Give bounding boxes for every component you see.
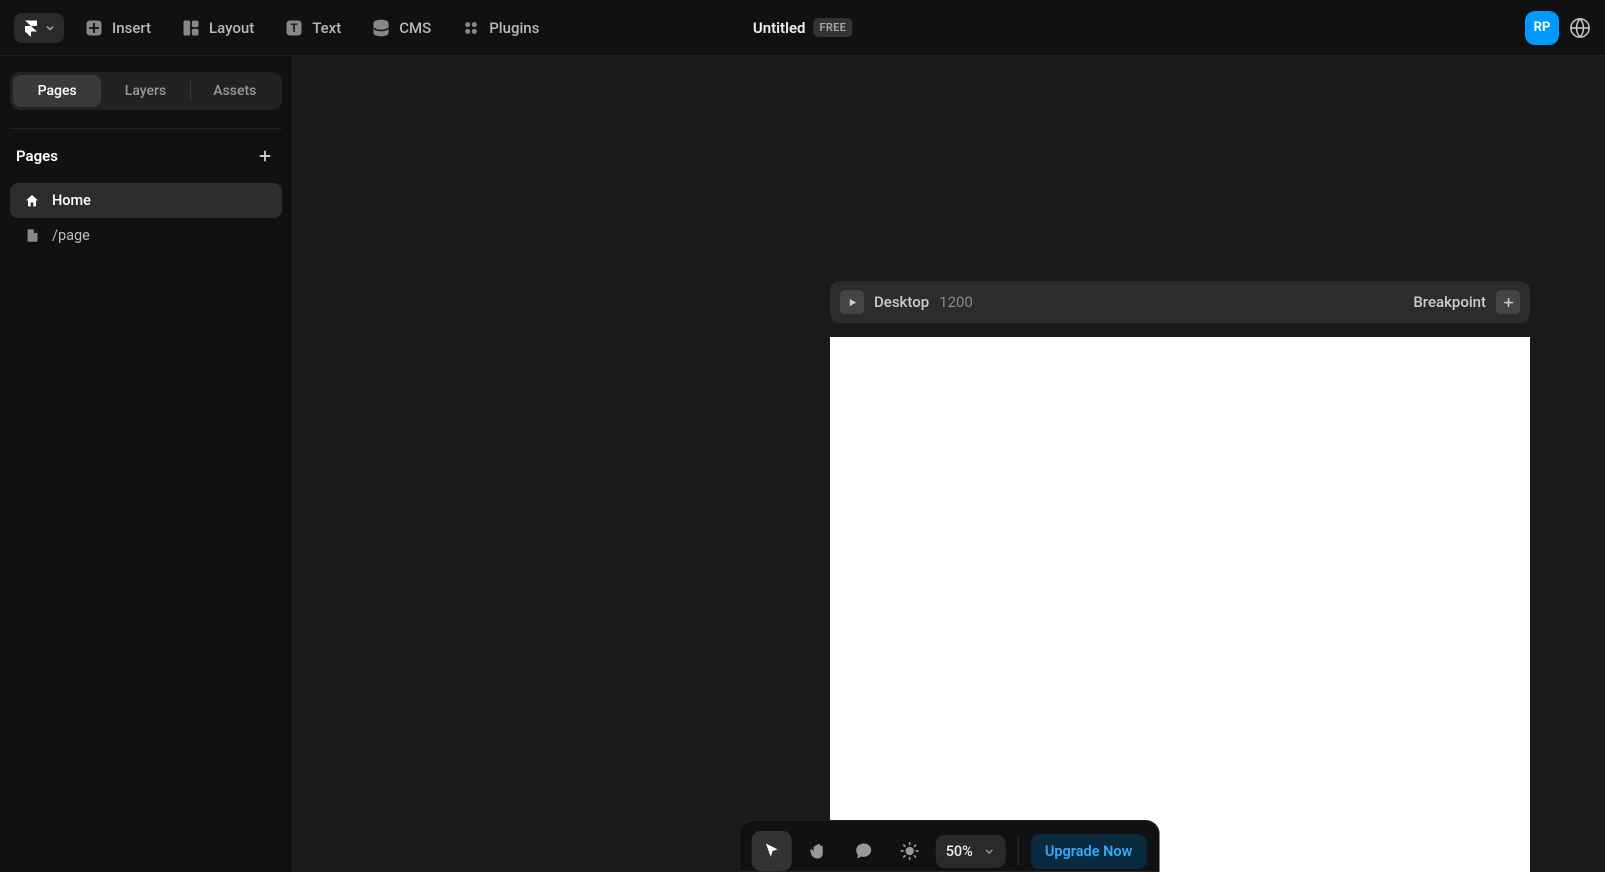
divider xyxy=(1018,837,1019,865)
svg-text:T: T xyxy=(291,22,298,35)
menu-layout[interactable]: Layout xyxy=(171,12,264,44)
frame-canvas[interactable] xyxy=(830,337,1530,872)
menu-label: CMS xyxy=(399,19,431,37)
bottom-toolbar: 50% Upgrade Now xyxy=(739,820,1160,872)
menu-cms[interactable]: CMS xyxy=(361,12,441,44)
menu-label: Text xyxy=(312,19,341,37)
pages-section-title: Pages xyxy=(16,147,58,165)
add-breakpoint-button[interactable] xyxy=(1496,290,1520,314)
chevron-down-icon xyxy=(983,845,996,858)
divider xyxy=(10,128,282,129)
breakpoint-label: Breakpoint xyxy=(1413,293,1486,311)
insert-icon xyxy=(84,18,104,38)
document-title: Untitled xyxy=(753,19,806,37)
upgrade-button[interactable]: Upgrade Now xyxy=(1031,834,1146,869)
plan-badge: FREE xyxy=(813,18,852,37)
menu-text[interactable]: T Text xyxy=(274,12,351,44)
menu-label: Layout xyxy=(209,19,254,37)
zoom-control[interactable]: 50% xyxy=(936,835,1006,868)
menu-plugins[interactable]: Plugins xyxy=(451,12,549,44)
plugins-icon xyxy=(461,18,481,38)
menu-insert[interactable]: Insert xyxy=(74,12,161,44)
cms-icon xyxy=(371,18,391,38)
layout-icon xyxy=(181,18,201,38)
page-item-page[interactable]: /page xyxy=(10,218,282,253)
canvas[interactable]: Desktop 1200 Breakpoint xyxy=(293,56,1605,872)
tab-layers[interactable]: Layers xyxy=(101,75,189,107)
page-icon xyxy=(24,228,40,244)
menu-label: Insert xyxy=(112,19,151,37)
topbar-left: Insert Layout T Text CMS Plugins xyxy=(14,12,549,44)
menu-label: Plugins xyxy=(489,19,539,37)
comment-tool[interactable] xyxy=(844,831,884,871)
framer-logo-icon xyxy=(22,19,40,37)
page-label: Home xyxy=(52,192,91,209)
publish-button[interactable] xyxy=(1569,11,1591,45)
topbar-right: RP xyxy=(1525,11,1591,45)
select-tool[interactable] xyxy=(752,831,792,871)
home-icon xyxy=(24,193,40,209)
frame-header: Desktop 1200 Breakpoint xyxy=(830,281,1530,323)
text-icon: T xyxy=(284,18,304,38)
zoom-value: 50% xyxy=(946,843,973,860)
document-title-area[interactable]: Untitled FREE xyxy=(753,18,852,37)
main-area: Pages Layers Assets Pages Home /page xyxy=(0,56,1605,872)
chevron-down-icon xyxy=(44,22,56,34)
add-page-button[interactable] xyxy=(254,145,276,167)
sidebar-tabs: Pages Layers Assets xyxy=(10,72,282,110)
preview-button[interactable] xyxy=(840,290,864,314)
app-menu-button[interactable] xyxy=(14,13,64,43)
sidebar: Pages Layers Assets Pages Home /page xyxy=(0,56,293,872)
user-avatar[interactable]: RP xyxy=(1525,11,1559,45)
tab-assets[interactable]: Assets xyxy=(191,75,279,107)
topbar: Insert Layout T Text CMS Plugins xyxy=(0,0,1605,56)
page-item-home[interactable]: Home xyxy=(10,183,282,218)
frame-width-value: 1200 xyxy=(939,293,973,311)
hand-tool[interactable] xyxy=(798,831,838,871)
frame-device-label[interactable]: Desktop xyxy=(874,293,929,311)
hand-icon xyxy=(808,841,828,861)
sun-icon xyxy=(900,841,920,861)
cursor-icon xyxy=(762,841,782,861)
frame: Desktop 1200 Breakpoint xyxy=(830,281,1530,872)
pages-section-header: Pages xyxy=(10,145,282,167)
page-label: /page xyxy=(52,227,90,244)
comment-icon xyxy=(854,841,874,861)
brightness-tool[interactable] xyxy=(890,831,930,871)
tab-pages[interactable]: Pages xyxy=(13,75,101,107)
